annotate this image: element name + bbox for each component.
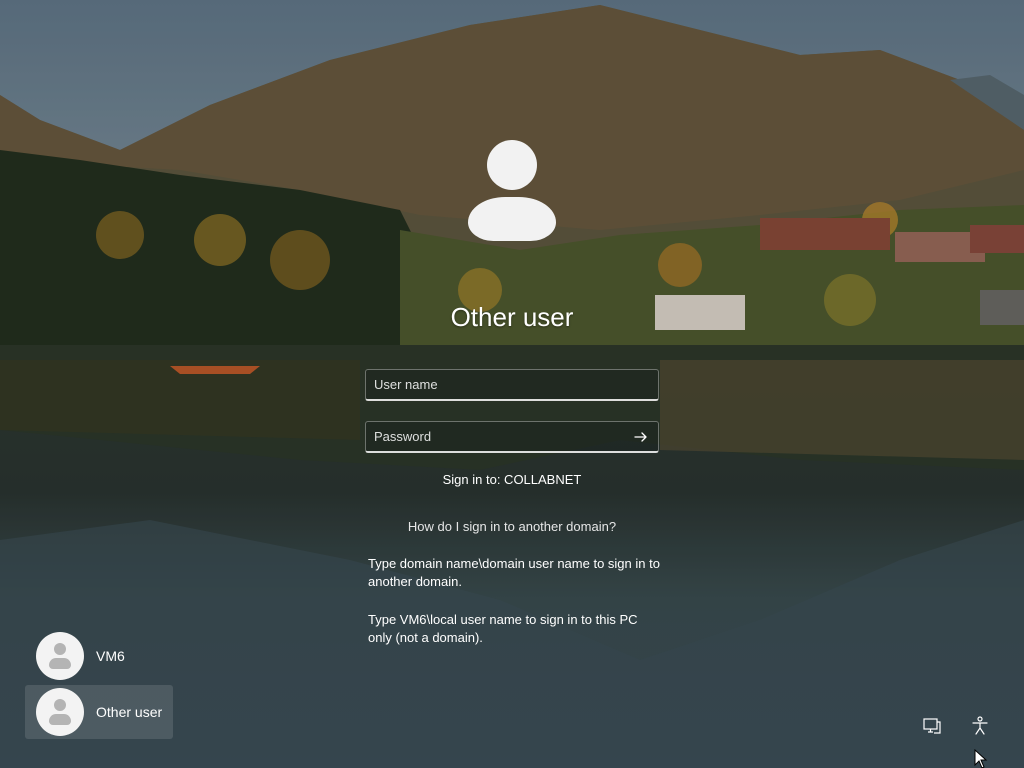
user-silhouette-icon — [36, 688, 84, 736]
user-tile-label: Other user — [96, 704, 163, 720]
accessibility-icon[interactable] — [969, 715, 991, 737]
user-tile-other-user[interactable]: Other user — [25, 685, 173, 739]
user-tile-label: VM6 — [96, 648, 125, 664]
domain-help-text: Type domain name\domain user name to sig… — [368, 556, 660, 589]
password-input[interactable] — [366, 422, 658, 451]
sign-in-domain-label: Sign in to: COLLABNET — [442, 472, 582, 487]
avatar-body — [468, 197, 556, 241]
user-silhouette-icon — [464, 140, 560, 244]
username-input[interactable] — [366, 370, 658, 399]
arrow-right-icon[interactable] — [632, 428, 650, 446]
lock-screen: Other user Sign in to: COLLABNET How do … — [0, 0, 1024, 768]
another-domain-help-link[interactable]: How do I sign in to another domain? — [362, 519, 662, 534]
password-field[interactable] — [365, 421, 659, 453]
local-help-text: Type VM6\local user name to sign in to t… — [368, 612, 638, 645]
mouse-pointer-icon — [974, 749, 988, 768]
page-title: Other user — [450, 302, 574, 332]
user-silhouette-icon — [36, 632, 84, 680]
username-field[interactable] — [365, 369, 659, 401]
avatar-head — [487, 140, 537, 190]
user-tile-vm6[interactable]: VM6 — [25, 629, 173, 683]
network-icon[interactable] — [921, 715, 943, 737]
